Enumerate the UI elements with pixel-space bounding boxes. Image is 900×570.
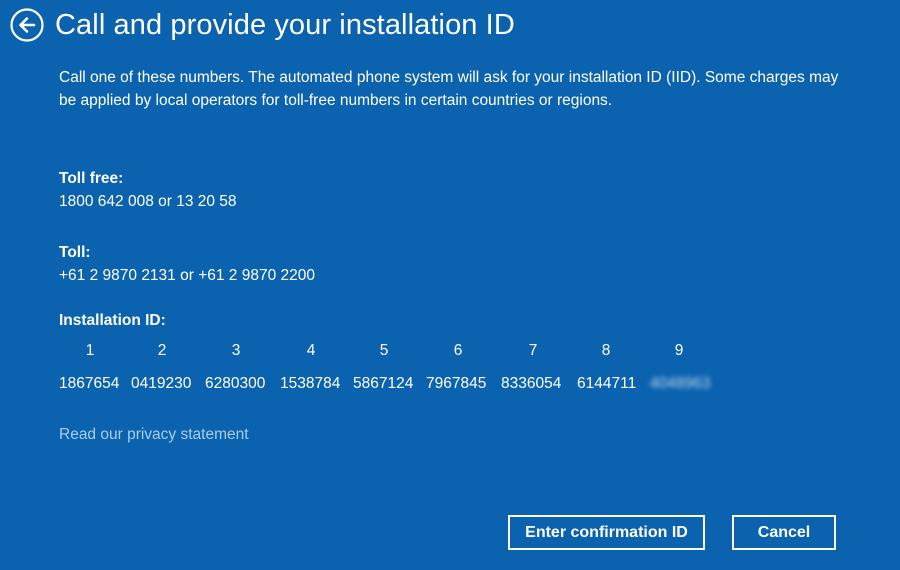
installation-id-label: Installation ID: [59, 312, 166, 329]
enter-confirmation-id-button[interactable]: Enter confirmation ID [508, 515, 705, 550]
iid-column-number: 4 [306, 342, 316, 359]
iid-block: 7967845 [426, 375, 487, 392]
iid-block: 5867124 [353, 375, 414, 392]
iid-block: 0419230 [131, 375, 192, 392]
iid-column-number: 5 [379, 342, 389, 359]
iid-column-number: 9 [674, 342, 684, 359]
page-title: Call and provide your installation ID [55, 8, 515, 41]
iid-block: 8336054 [501, 375, 562, 392]
iid-block: 1867654 [59, 375, 120, 392]
toll-free-numbers: 1800 642 008 or 13 20 58 [59, 193, 237, 210]
iid-block-redacted: 4048963 [650, 375, 711, 392]
iid-column-number: 2 [157, 342, 167, 359]
toll-numbers: +61 2 9870 2131 or +61 2 9870 2200 [59, 267, 315, 284]
toll-free-label: Toll free: [59, 170, 124, 187]
toll-label: Toll: [59, 244, 91, 261]
cancel-button[interactable]: Cancel [732, 515, 836, 550]
iid-block: 6280300 [205, 375, 266, 392]
title-row: Call and provide your installation ID [10, 8, 515, 42]
back-button[interactable] [10, 8, 44, 42]
intro-text: Call one of these numbers. The automated… [59, 69, 839, 109]
iid-block: 6144711 [577, 375, 637, 392]
back-arrow-icon [10, 8, 44, 42]
iid-column-number: 1 [85, 342, 95, 359]
iid-column-number: 8 [601, 342, 611, 359]
iid-column-number: 6 [453, 342, 463, 359]
iid-column-number: 3 [231, 342, 241, 359]
iid-column-number: 7 [528, 342, 538, 359]
iid-block: 1538784 [280, 375, 341, 392]
privacy-statement-link[interactable]: Read our privacy statement [59, 426, 249, 444]
